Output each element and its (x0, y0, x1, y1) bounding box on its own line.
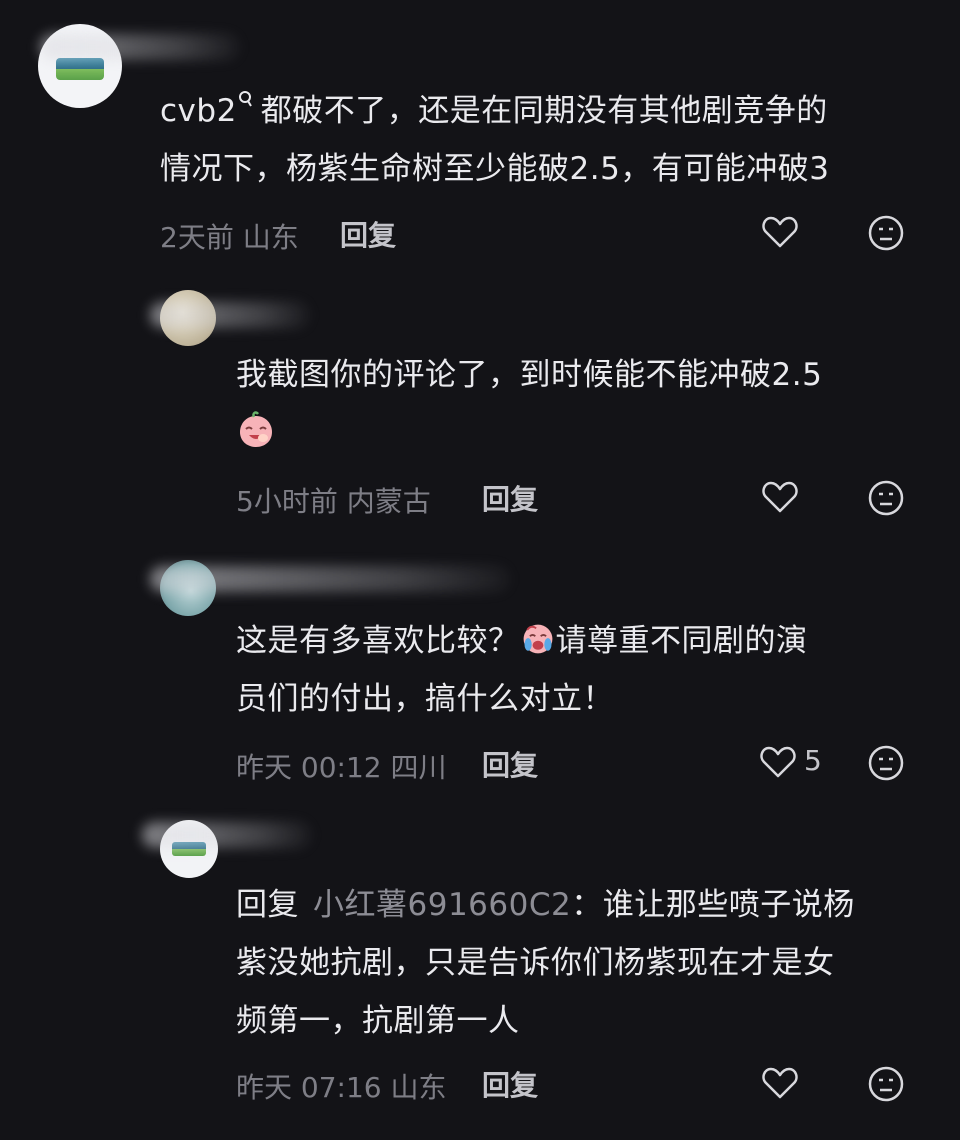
comment-time-location: 昨天 07:16 山东 (236, 1071, 447, 1104)
blurred-username (142, 822, 312, 848)
comment-time-location: 2天前 山东 (160, 221, 299, 254)
comment-text-line: 员们的付出，搞什么对立！ (236, 681, 614, 717)
heart-icon[interactable] (760, 1063, 800, 1103)
comment-text-line: 紫没她抗剧，只是告诉你们杨紫现在才是女 (236, 945, 835, 981)
mentioned-username[interactable]: cvb2 (160, 93, 237, 129)
comment-text-line: 我截图你的评论了，到时候能不能冲破2.5 (236, 357, 823, 393)
comment-thread: cvb2 都破不了，还是在同期没有其他剧竞争的 情况下，杨紫生命树至少能破2.5，… (0, 0, 960, 1140)
heart-icon[interactable] (760, 477, 800, 517)
dislike-face-icon[interactable] (866, 743, 906, 783)
crying-face-emoji (523, 624, 552, 654)
comment-text-line: cvb2 都破不了，还是在同期没有其他剧竞争的 (160, 82, 828, 140)
dislike-face-icon[interactable] (866, 213, 906, 253)
reply-target-username[interactable]: 小红薯691660C2 (313, 887, 571, 923)
comment-time-location: 5小时前 内蒙古 (236, 485, 431, 518)
reply-button[interactable]: 回复 (482, 1064, 538, 1104)
dislike-face-icon[interactable] (866, 478, 906, 518)
comment-text-line: 情况下，杨紫生命树至少能破2.5，有可能冲破3 (160, 151, 830, 187)
blurred-username (150, 302, 310, 328)
comment-text-line: 回复 小红薯691660C2：谁让那些喷子说杨 (236, 887, 855, 923)
avatar-shoe-image (56, 58, 104, 80)
comment-text-line: 这是有多喜欢比较？ 请尊重不同剧的演 (236, 623, 808, 659)
reply-button[interactable]: 回复 (340, 214, 396, 254)
like-count: 5 (804, 744, 822, 777)
dot-icon (238, 91, 252, 107)
comment-text-line: 频第一，抗剧第一人 (236, 1003, 520, 1039)
comment-time-location: 昨天 00:12 四川 (236, 751, 447, 784)
blurred-username (40, 34, 240, 60)
laughing-peach-emoji (240, 411, 272, 447)
reply-button[interactable]: 回复 (482, 744, 538, 784)
blurred-username (150, 566, 510, 592)
heart-icon[interactable] (758, 742, 798, 782)
reply-button[interactable]: 回复 (482, 478, 538, 518)
heart-icon[interactable] (760, 212, 800, 252)
dislike-face-icon[interactable] (866, 1064, 906, 1104)
